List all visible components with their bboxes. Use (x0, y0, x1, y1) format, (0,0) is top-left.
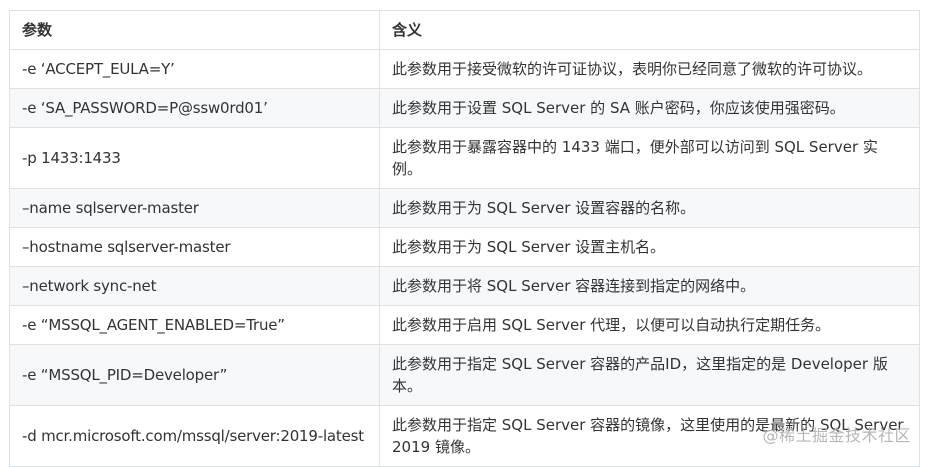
param-cell: –hostname sqlserver-master (9, 227, 380, 267)
param-cell: –network sync-net (9, 266, 380, 306)
param-cell: -e “MSSQL_AGENT_ENABLED=True” (9, 305, 380, 345)
table-row: -e “MSSQL_PID=Developer” 此参数用于指定 SQL Ser… (9, 344, 920, 406)
param-cell: -p 1433:1433 (9, 127, 380, 189)
table-header-row: 参数 含义 (9, 10, 920, 50)
table-row: -e ‘ACCEPT_EULA=Y’ 此参数用于接受微软的许可证协议，表明你已经… (9, 49, 920, 89)
parameter-table: 参数 含义 -e ‘ACCEPT_EULA=Y’ 此参数用于接受微软的许可证协议… (9, 10, 920, 467)
param-cell: -e “MSSQL_PID=Developer” (9, 344, 380, 406)
meaning-cell: 此参数用于设置 SQL Server 的 SA 账户密码，你应该使用强密码。 (379, 88, 920, 128)
meaning-cell: 此参数用于暴露容器中的 1433 端口，便外部可以访问到 SQL Server … (379, 127, 920, 189)
meaning-cell: 此参数用于为 SQL Server 设置容器的名称。 (379, 188, 920, 228)
table-row: –network sync-net 此参数用于将 SQL Server 容器连接… (9, 266, 920, 306)
param-cell: -d mcr.microsoft.com/mssql/server:2019-l… (9, 405, 380, 467)
parameter-table-container: 参数 含义 -e ‘ACCEPT_EULA=Y’ 此参数用于接受微软的许可证协议… (9, 10, 920, 467)
meaning-cell: 此参数用于为 SQL Server 设置主机名。 (379, 227, 920, 267)
param-cell: -e ‘SA_PASSWORD=P@ssw0rd01’ (9, 88, 380, 128)
param-cell: –name sqlserver-master (9, 188, 380, 228)
param-cell: -e ‘ACCEPT_EULA=Y’ (9, 49, 380, 89)
meaning-cell: 此参数用于指定 SQL Server 容器的产品ID，这里指定的是 Develo… (379, 344, 920, 406)
meaning-cell: 此参数用于接受微软的许可证协议，表明你已经同意了微软的许可协议。 (379, 49, 920, 89)
meaning-cell: 此参数用于启用 SQL Server 代理，以便可以自动执行定期任务。 (379, 305, 920, 345)
header-meaning: 含义 (379, 10, 920, 50)
table-row: -e ‘SA_PASSWORD=P@ssw0rd01’ 此参数用于设置 SQL … (9, 88, 920, 128)
table-row: -p 1433:1433 此参数用于暴露容器中的 1433 端口，便外部可以访问… (9, 127, 920, 189)
table-row: –name sqlserver-master 此参数用于为 SQL Server… (9, 188, 920, 228)
meaning-cell: 此参数用于将 SQL Server 容器连接到指定的网络中。 (379, 266, 920, 306)
header-param: 参数 (9, 10, 380, 50)
table-row: –hostname sqlserver-master 此参数用于为 SQL Se… (9, 227, 920, 267)
watermark: @稀土掘金技术社区 (762, 426, 911, 445)
table-row: -e “MSSQL_AGENT_ENABLED=True” 此参数用于启用 SQ… (9, 305, 920, 345)
